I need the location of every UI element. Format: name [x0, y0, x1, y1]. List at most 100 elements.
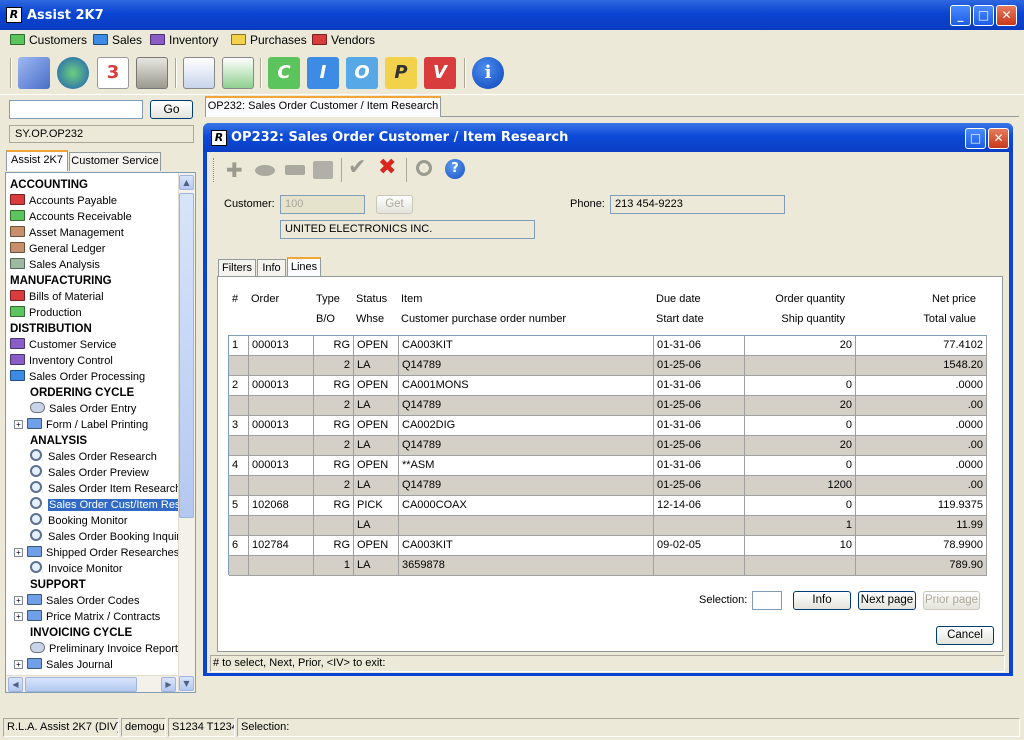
tab-lines[interactable]: Lines	[287, 257, 321, 277]
tree-vertical-scrollbar[interactable]: ▲ ▼	[178, 173, 195, 692]
search-icon[interactable]	[416, 160, 432, 176]
table-row[interactable]: 2 LA Q14789 01-25-06 20.00	[229, 396, 987, 416]
globe-icon[interactable]	[57, 57, 89, 89]
tab-customer-service[interactable]: Customer Service	[69, 152, 161, 171]
reports-icon[interactable]	[222, 57, 254, 89]
expand-icon[interactable]: +	[14, 548, 23, 557]
tree-item[interactable]: Sales Order Entry	[30, 401, 136, 417]
tree-item[interactable]: Customer Service	[10, 337, 116, 353]
tree-item[interactable]: Sales Order Cust/Item Res	[30, 497, 182, 513]
header-bo: B/O	[316, 313, 335, 325]
scroll-right-icon[interactable]: ▶	[161, 677, 176, 692]
inventory-i-icon[interactable]: I	[307, 57, 339, 89]
scroll-up-icon[interactable]: ▲	[179, 175, 194, 190]
window-maximize-button[interactable]: □	[965, 128, 986, 149]
tree-item[interactable]: + Shipped Order Researches	[14, 545, 179, 561]
cancel-x-icon[interactable]: ✖	[378, 157, 400, 179]
minimize-button[interactable]: _	[950, 5, 971, 26]
orders-o-icon[interactable]: O	[346, 57, 378, 89]
menu-sales[interactable]: Sales	[93, 32, 142, 48]
customers-c-icon[interactable]: C	[268, 57, 300, 89]
print-icon[interactable]	[313, 161, 333, 179]
purchases-p-icon[interactable]: P	[385, 57, 417, 89]
tree-item[interactable]: Bills of Material	[10, 289, 104, 305]
tree-item[interactable]: + Price Matrix / Contracts	[14, 609, 160, 625]
contacts-icon[interactable]	[183, 57, 215, 89]
tree-item[interactable]: + Sales Journal	[14, 657, 113, 673]
tree-item[interactable]: Inventory Control	[10, 353, 113, 369]
accept-check-icon[interactable]: ✔	[348, 157, 370, 179]
tree-item[interactable]: + Form / Label Printing	[14, 417, 148, 433]
get-button[interactable]: Get	[376, 195, 413, 214]
table-row[interactable]: 2 LA Q14789 01-25-06 20.00	[229, 436, 987, 456]
tree-item[interactable]: Accounts Payable	[10, 193, 117, 209]
table-cell: 11.99	[856, 516, 987, 536]
customer-field[interactable]: 100	[280, 195, 365, 214]
go-button[interactable]: Go	[150, 100, 193, 119]
table-row[interactable]: 4 000013 RG OPEN **ASM 01-31-06 0.0000	[229, 456, 987, 476]
tree-item[interactable]: Sales Order Research	[30, 449, 157, 465]
tree-item[interactable]: Asset Management	[10, 225, 124, 241]
tab-assist-2k7[interactable]: Assist 2K7	[6, 150, 68, 171]
table-row[interactable]: 1 000013 RG OPEN CA003KIT 01-31-06 20 77.4102	[229, 336, 987, 356]
tree-item[interactable]: Production	[10, 305, 82, 321]
expand-icon[interactable]: +	[14, 420, 23, 429]
magnifier-icon	[30, 513, 42, 525]
tree-item[interactable]: Sales Order Preview	[30, 465, 149, 481]
expand-icon[interactable]: +	[14, 660, 23, 669]
table-row[interactable]: 6 102784 RG OPEN CA003KIT 09-02-05 10 78.9900	[229, 536, 987, 556]
help-icon[interactable]: ?	[445, 159, 465, 179]
table-cell: RG	[314, 536, 354, 556]
maximize-button[interactable]: □	[973, 5, 994, 26]
search-input[interactable]	[9, 100, 143, 119]
table-row[interactable]: LA 1 11.99	[229, 516, 987, 536]
calculator-icon[interactable]	[136, 57, 168, 89]
expand-icon[interactable]: +	[14, 612, 23, 621]
scroll-thumb[interactable]	[179, 193, 194, 518]
table-row[interactable]: 2 LA Q14789 01-25-06 1548.20	[229, 356, 987, 376]
tree-item[interactable]: Sales Order Processing	[10, 369, 145, 385]
table-row[interactable]: 1 LA 3659878 789.90	[229, 556, 987, 576]
help-info-icon[interactable]: i	[472, 57, 504, 89]
tree-item[interactable]: Sales Order Item Research	[30, 481, 181, 497]
tree-item[interactable]: Booking Monitor	[30, 513, 128, 529]
tree-item[interactable]: General Ledger	[10, 241, 105, 257]
menu-customers[interactable]: Customers	[10, 32, 87, 48]
tree-item[interactable]: + Sales Order Codes	[14, 593, 140, 609]
cancel-button[interactable]: Cancel	[936, 626, 994, 645]
menu-purchases[interactable]: Purchases	[231, 32, 307, 48]
tree-item[interactable]: Invoice Monitor	[30, 561, 123, 577]
table-row[interactable]: 5 102068 RG PICK CA000COAX 12-14-06 0 119.9375	[229, 496, 987, 516]
tree-item[interactable]: Sales Order Booking Inquir	[30, 529, 180, 545]
tab-op232[interactable]: OP232: Sales Order Customer / Item Resea…	[205, 96, 441, 117]
table-cell: 01-25-06	[654, 396, 745, 416]
scroll-down-icon[interactable]: ▼	[179, 676, 194, 691]
selection-input[interactable]	[752, 591, 782, 610]
header-whse: Whse	[356, 313, 385, 325]
table-row[interactable]: 3 000013 RG OPEN CA002DIG 01-31-06 0.0000	[229, 416, 987, 436]
tree-item[interactable]: Sales Analysis	[10, 257, 100, 273]
scroll-left-icon[interactable]: ◀	[8, 677, 23, 692]
tab-info[interactable]: Info	[257, 259, 286, 277]
mail-icon[interactable]	[18, 57, 50, 89]
calendar-icon[interactable]: 3	[97, 57, 129, 89]
vendors-v-icon[interactable]: V	[424, 57, 456, 89]
info-button[interactable]: Info	[793, 591, 851, 610]
menu-inventory[interactable]: Inventory	[150, 32, 218, 48]
delete-icon[interactable]	[285, 165, 305, 175]
window-close-button[interactable]: ✕	[988, 128, 1009, 149]
add-icon[interactable]: ✚	[226, 160, 246, 180]
scroll-thumb[interactable]	[25, 677, 137, 692]
tree-item[interactable]: Preliminary Invoice Report	[30, 641, 178, 657]
table-row[interactable]: 2 LA Q14789 01-25-06 1200.00	[229, 476, 987, 496]
table-row[interactable]: 2 000013 RG OPEN CA001MONS 01-31-06 0.0000	[229, 376, 987, 396]
expand-icon[interactable]: +	[14, 596, 23, 605]
tree-item[interactable]: Accounts Receivable	[10, 209, 132, 225]
tree-horizontal-scrollbar[interactable]: ◀ ▶	[6, 675, 178, 692]
close-button[interactable]: ✕	[996, 5, 1017, 26]
tab-filters[interactable]: Filters	[218, 259, 256, 277]
next-page-button[interactable]: Next page	[858, 591, 916, 610]
menu-vendors[interactable]: Vendors	[312, 32, 375, 48]
edit-icon[interactable]	[255, 165, 275, 176]
prior-page-button[interactable]: Prior page	[923, 591, 980, 610]
